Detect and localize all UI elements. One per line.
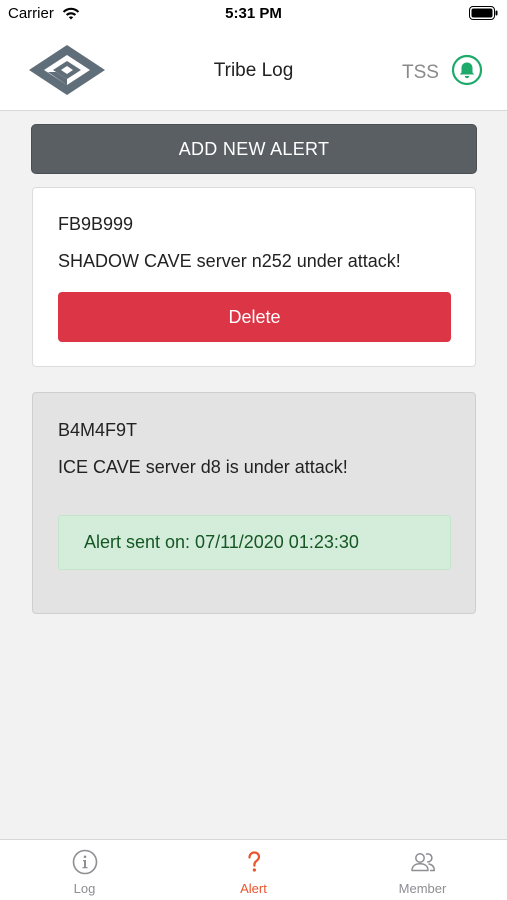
alert-code: B4M4F9T	[58, 420, 138, 440]
tab-label: Alert	[240, 881, 267, 896]
info-icon	[72, 849, 97, 875]
alert-message: SHADOW CAVE server n252 under attack!	[58, 251, 401, 271]
tab-bar: Log Alert Member	[0, 839, 507, 900]
question-icon	[247, 851, 260, 872]
battery-icon	[469, 6, 498, 20]
tab-member[interactable]: Member	[338, 840, 507, 900]
alert-sent-notice: Alert sent on: 07/11/2020 01:23:30	[58, 515, 451, 570]
people-icon	[410, 853, 435, 872]
user-tag[interactable]: TSS	[402, 62, 439, 84]
clock: 5:31 PM	[225, 5, 282, 22]
tab-alert[interactable]: Alert	[169, 840, 338, 900]
tab-label: Log	[73, 881, 96, 896]
status-bar: Carrier 5:31 PM	[0, 0, 507, 28]
alert-message: ICE CAVE server d8 is under attack!	[58, 457, 348, 477]
delete-button[interactable]: Delete	[58, 292, 451, 342]
bell-icon[interactable]	[451, 54, 483, 86]
app-screen: Carrier 5:31 PM Tribe Log TSS ADD NEW AL…	[0, 0, 507, 900]
app-header: Tribe Log TSS	[0, 28, 507, 111]
alert-code: FB9B999	[58, 214, 134, 234]
alert-card: FB9B999 SHADOW CAVE server n252 under at…	[32, 187, 476, 367]
alert-card-sent: B4M4F9T ICE CAVE server d8 is under atta…	[32, 392, 476, 614]
tab-label: Member	[398, 881, 447, 896]
tab-log[interactable]: Log	[0, 840, 169, 900]
add-new-alert-button[interactable]: ADD NEW ALERT	[31, 124, 477, 174]
